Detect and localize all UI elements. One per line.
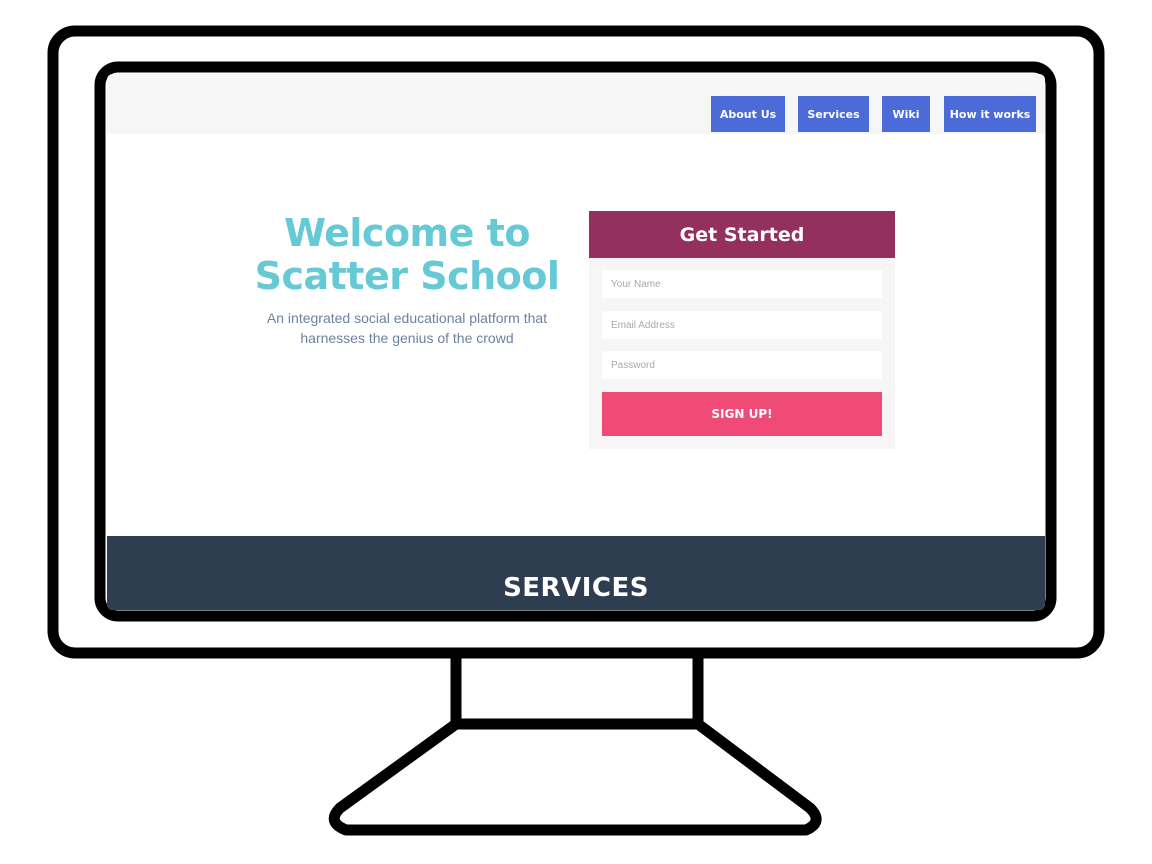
signup-form: Get Started SIGN UP! <box>589 211 895 449</box>
services-heading: SERVICES <box>503 573 649 603</box>
hero-subtitle: An integrated social educational platfor… <box>266 310 548 346</box>
nav-services-button[interactable]: Services <box>798 96 869 132</box>
nav-about-us-button[interactable]: About Us <box>711 96 785 132</box>
nav-wiki-button[interactable]: Wiki <box>882 96 930 132</box>
website-screen: About Us Services Wiki How it works Welc… <box>107 74 1045 610</box>
services-section: SERVICES <box>107 536 1045 610</box>
nav-how-it-works-button[interactable]: How it works <box>944 96 1036 132</box>
signup-button[interactable]: SIGN UP! <box>602 392 882 436</box>
top-navbar: About Us Services Wiki How it works <box>107 74 1045 134</box>
hero-title: Welcome to Scatter School <box>254 211 560 298</box>
name-input[interactable] <box>602 270 882 298</box>
form-heading: Get Started <box>589 211 895 258</box>
email-input[interactable] <box>602 311 882 339</box>
password-input[interactable] <box>602 351 882 379</box>
